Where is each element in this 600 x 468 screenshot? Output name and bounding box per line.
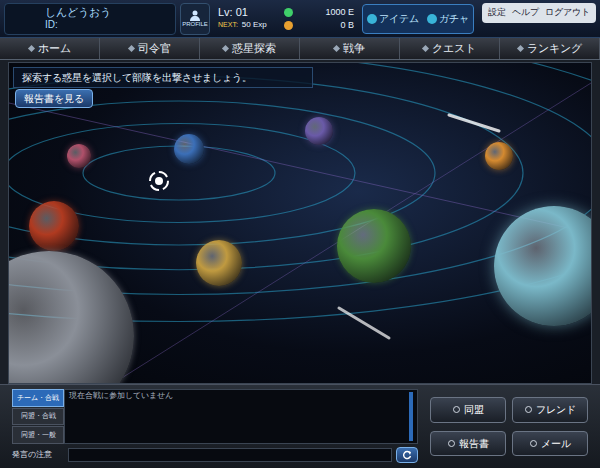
report-view-button[interactable]: 報告書を見る	[15, 89, 93, 108]
chat-scrollbar[interactable]	[409, 392, 413, 441]
planet[interactable]	[8, 251, 134, 384]
game-screen: しんどうおうID: PROFILE Lv: 01NEXT: 50 Exp 1000 E 0…	[0, 0, 600, 468]
nav-bar: ホーム司令官惑星探索戦争クエストランキング	[0, 38, 600, 60]
nav-diamond-icon	[127, 45, 134, 52]
level: Lv: 01	[218, 6, 276, 19]
chat-tab[interactable]: 同盟・合戦	[12, 408, 64, 426]
refresh-icon	[402, 450, 412, 460]
action-icon	[530, 440, 537, 447]
map-frame: 探索する惑星を選択して部隊を出撃させましょう。報告書を見る	[0, 60, 600, 384]
nav-item[interactable]: ランキング	[500, 38, 600, 59]
nav-item[interactable]: 司令官	[100, 38, 200, 59]
nav-diamond-icon	[516, 45, 523, 52]
action-buttons: 同盟フレンド報告書メール	[430, 389, 588, 464]
nav-item[interactable]: 戦争	[300, 38, 400, 59]
currency-box: 1000 E 0 B	[280, 3, 358, 35]
next-exp: 50 Exp	[242, 19, 267, 31]
hint-bar: 探索する惑星を選択して部隊を出撃させましょう。	[13, 67, 313, 88]
chat-log: 現在合戦に参加していません	[64, 389, 418, 444]
nav-diamond-icon	[422, 45, 429, 52]
chat-input[interactable]	[68, 448, 392, 462]
currency-amount: 1000 E	[325, 7, 354, 18]
shop-button[interactable]: ガチャ	[423, 5, 473, 33]
shop-icon	[367, 14, 377, 24]
planet[interactable]	[174, 134, 204, 164]
system-links: 設定ヘルプログアウト	[482, 3, 596, 23]
profile-button[interactable]: PROFILE	[180, 3, 210, 35]
currency-row: 0 B	[284, 20, 354, 31]
nav-diamond-icon	[222, 45, 229, 52]
shop-icon	[427, 14, 437, 24]
action-icon	[525, 406, 532, 413]
action-button[interactable]: フレンド	[512, 397, 588, 423]
chat-tab[interactable]: 同盟・一般	[12, 426, 64, 444]
nav-diamond-icon	[27, 45, 34, 52]
action-button[interactable]: 同盟	[430, 397, 506, 423]
star-map: 探索する惑星を選択して部隊を出撃させましょう。報告書を見る	[8, 62, 592, 384]
chat-notice[interactable]: 発言の注意	[12, 449, 64, 461]
currency-amount: 0 B	[340, 20, 354, 31]
nav-diamond-icon	[333, 45, 340, 52]
planet[interactable]	[485, 142, 513, 170]
target-reticle-icon	[147, 169, 171, 193]
nav-item[interactable]: ホーム	[0, 38, 100, 59]
header-bar: しんどうおうID: PROFILE Lv: 01NEXT: 50 Exp 1000 E 0…	[0, 0, 600, 38]
currency-row: 1000 E	[284, 7, 354, 18]
system-link[interactable]: 設定	[488, 6, 506, 20]
currency-icon	[284, 8, 293, 17]
chat-panel: チーム・合戦同盟・合戦同盟・一般現在合戦に参加していません発言の注意	[12, 389, 418, 464]
chat-send-button[interactable]	[396, 447, 418, 463]
currency-icon	[284, 21, 293, 30]
bottom-panel: チーム・合戦同盟・合戦同盟・一般現在合戦に参加していません発言の注意同盟フレンド…	[0, 384, 600, 468]
chat-tab[interactable]: チーム・合戦	[12, 389, 64, 407]
action-button[interactable]: メール	[512, 431, 588, 457]
action-button[interactable]: 報告書	[430, 431, 506, 457]
player-info: しんどうおうID:	[4, 3, 176, 35]
profile-label: PROFILE	[182, 21, 208, 28]
planet[interactable]	[29, 201, 79, 251]
next-label: NEXT:	[218, 20, 238, 31]
person-icon	[189, 9, 201, 21]
nav-item[interactable]: クエスト	[400, 38, 500, 59]
planet[interactable]	[494, 206, 592, 326]
action-icon	[448, 440, 455, 447]
player-id: ID:	[45, 19, 175, 31]
system-link[interactable]: ログアウト	[545, 6, 590, 20]
level-box: Lv: 01NEXT: 50 Exp	[214, 3, 276, 35]
planet[interactable]	[196, 240, 242, 286]
shop-button[interactable]: アイテム	[363, 5, 423, 33]
nav-item[interactable]: 惑星探索	[200, 38, 300, 59]
chat-message: 現在合戦に参加していません	[69, 390, 409, 443]
shop-buttons: アイテムガチャ	[362, 4, 474, 34]
planet[interactable]	[67, 144, 91, 168]
action-icon	[453, 406, 460, 413]
chat-tabs: チーム・合戦同盟・合戦同盟・一般	[12, 389, 64, 444]
player-name: しんどうおう	[45, 6, 175, 19]
system-link[interactable]: ヘルプ	[512, 6, 539, 20]
planet[interactable]	[337, 209, 411, 283]
planet[interactable]	[305, 117, 333, 145]
